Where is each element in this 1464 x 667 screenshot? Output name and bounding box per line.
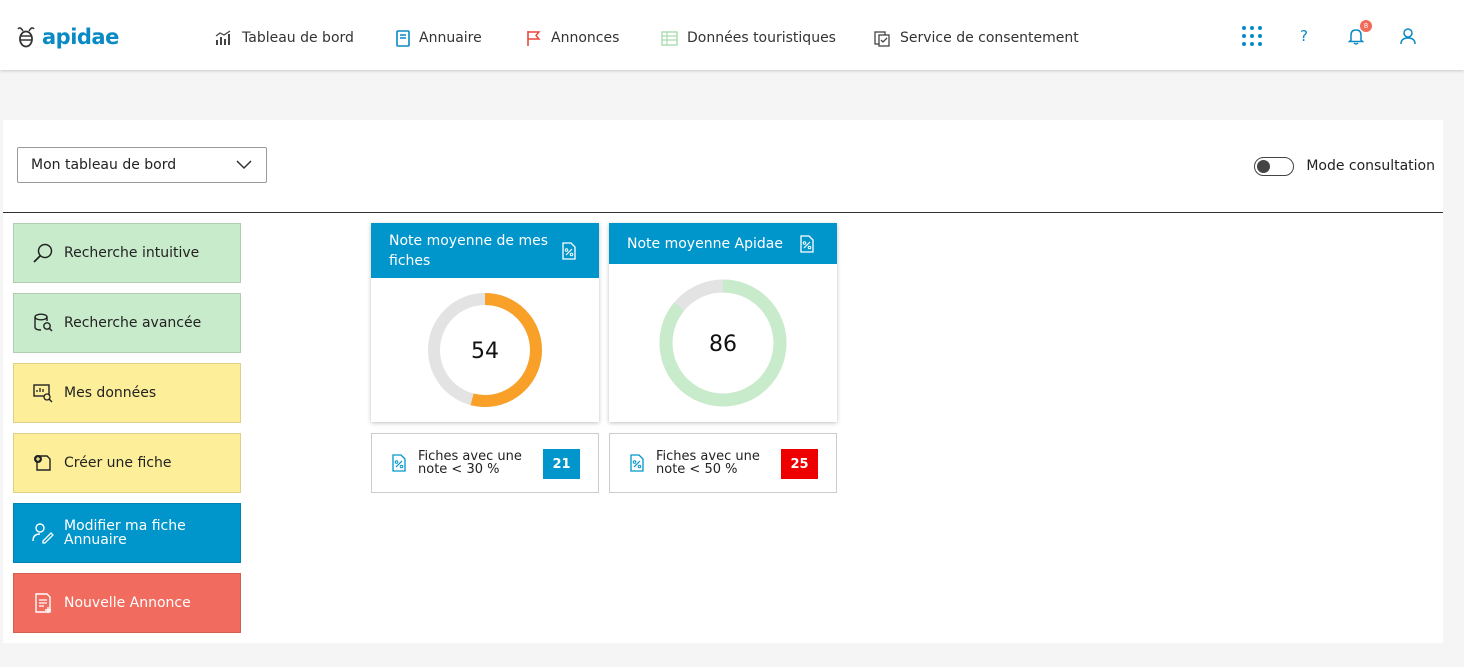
divider <box>3 212 1443 213</box>
percent-document-icon <box>562 241 576 260</box>
score-card-header: Note moyenne Apidae <box>609 223 837 264</box>
nav-label: Annonces <box>551 30 620 46</box>
modifier-ma-fiche-annuaire-button[interactable]: Modifier ma fiche Annuaire <box>13 503 241 563</box>
notifications-button[interactable]: 8 <box>1344 20 1372 48</box>
dashboard-selector-value: Mon tableau de bord <box>31 157 177 173</box>
search-icon <box>33 243 53 263</box>
percent-document-icon <box>800 234 814 253</box>
account-button[interactable] <box>1396 24 1420 48</box>
nav-annonces[interactable]: Annonces <box>526 27 619 49</box>
top-navigation: apidae Tableau de bord Annuaire Annonces… <box>0 0 1464 70</box>
stat-count-badge: 21 <box>543 449 580 479</box>
bee-icon <box>17 27 35 48</box>
flag-icon <box>527 30 541 46</box>
apidae-logo[interactable]: apidae <box>14 24 119 50</box>
score-gauge: 54 <box>428 293 542 407</box>
nav-label: Tableau de bord <box>242 30 354 46</box>
nav-donnees-touristiques[interactable]: Données touristiques <box>661 27 836 49</box>
nav-label: Données touristiques <box>687 30 836 46</box>
chart-icon <box>215 30 231 45</box>
nav-tableau-de-bord[interactable]: Tableau de bord <box>215 27 354 49</box>
gauge-value-text: 86 <box>709 332 737 357</box>
mode-consultation-toggle[interactable] <box>1254 156 1295 176</box>
score-card-title: Note moyenne Apidae <box>627 235 783 252</box>
recherche-avancee-button[interactable]: Recherche avancée <box>13 293 241 353</box>
score-card-header: Note moyenne de mes fiches <box>371 223 599 278</box>
notification-badge: 8 <box>1360 20 1372 32</box>
nav-label: Annuaire <box>419 30 482 46</box>
recherche-intuitive-button[interactable]: Recherche intuitive <box>13 223 241 283</box>
dashboard-panel: Mon tableau de bord Mode consultation Re… <box>3 120 1443 643</box>
tile-label: Mes données <box>64 385 157 401</box>
stat-count-badge: 25 <box>781 449 818 479</box>
score-gauge: 86 <box>659 279 787 407</box>
tile-label: Nouvelle Annonce <box>64 595 191 611</box>
percent-document-icon <box>630 454 644 472</box>
stat-note-under-30[interactable]: Fiches avec une note < 30 % 21 <box>371 433 599 493</box>
toggle-knob <box>1257 159 1271 173</box>
gauge-value-text: 54 <box>471 339 499 364</box>
nav-annuaire[interactable]: Annuaire <box>396 27 482 49</box>
score-card-title: Note moyenne de mes fiches <box>389 232 548 269</box>
nav-label: Service de consentement <box>900 30 1079 46</box>
stat-label: Fiches avec une note < 30 % <box>418 449 522 477</box>
nav-service-de-consentement[interactable]: Service de consentement <box>874 27 1079 49</box>
creer-une-fiche-button[interactable]: Créer une fiche <box>13 433 241 493</box>
database-search-icon <box>34 313 53 332</box>
tile-label: Créer une fiche <box>64 455 172 471</box>
help-button[interactable]: ? <box>1292 24 1316 48</box>
dashboard-selector[interactable]: Mon tableau de bord <box>17 147 267 183</box>
mes-donnees-button[interactable]: Mes données <box>13 363 241 423</box>
help-icon: ? <box>1300 27 1308 45</box>
chevron-down-icon <box>236 160 252 170</box>
tile-label: Recherche avancée <box>64 315 202 331</box>
edit-user-icon <box>32 523 54 544</box>
nouvelle-annonce-button[interactable]: Nouvelle Annonce <box>13 573 241 633</box>
score-card-mes-fiches: Note moyenne de mes fiches 54 <box>371 223 599 422</box>
table-icon <box>661 30 678 46</box>
add-record-icon <box>34 455 51 471</box>
book-icon <box>396 29 410 47</box>
apps-grid-icon <box>1242 26 1262 46</box>
tile-label: Modifier ma fiche Annuaire <box>64 518 186 548</box>
tile-label: Recherche intuitive <box>64 245 200 261</box>
stat-label: Fiches avec une note < 50 % <box>656 449 760 477</box>
score-card-apidae: Note moyenne Apidae 86 <box>609 223 837 422</box>
mode-consultation-toggle-group: Mode consultation <box>1254 156 1435 176</box>
consent-icon <box>874 30 890 47</box>
data-icon <box>33 384 53 403</box>
user-icon <box>1400 27 1416 44</box>
percent-document-icon <box>392 454 406 472</box>
new-announce-icon <box>35 593 51 613</box>
apps-grid-button[interactable] <box>1240 24 1264 48</box>
stat-note-under-50[interactable]: Fiches avec une note < 50 % 25 <box>609 433 837 493</box>
logo-text: apidae <box>42 25 119 49</box>
mode-consultation-label: Mode consultation <box>1306 158 1435 174</box>
